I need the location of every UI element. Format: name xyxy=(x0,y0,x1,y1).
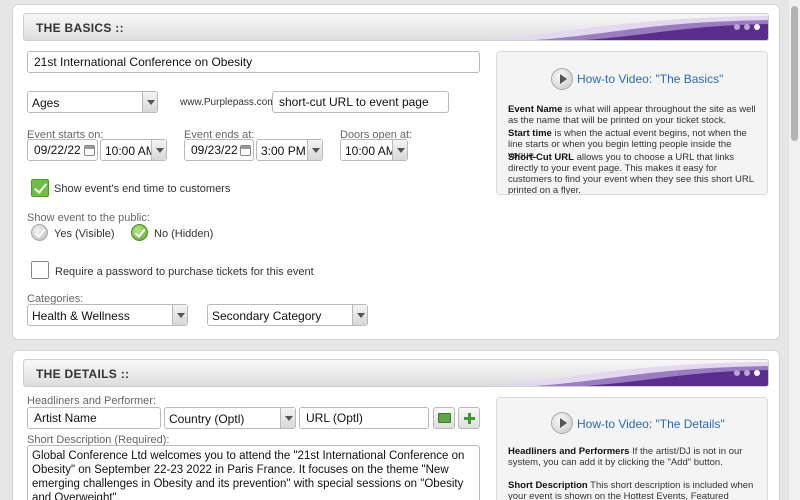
country-select[interactable]: Country (Optl) xyxy=(164,407,296,429)
secondary-category-select[interactable]: Secondary Category xyxy=(207,304,368,326)
basics-title: THE BASICS :: xyxy=(36,21,124,35)
header-swoosh xyxy=(484,362,768,386)
show-end-time-label: Show event's end time to customers xyxy=(54,183,231,195)
help-headliners: Headliners and Performers If the artist/… xyxy=(508,446,743,468)
end-time-value: 3:00 PM xyxy=(261,144,306,158)
start-date-value: 09/22/22 xyxy=(34,143,81,157)
public-yes-radio[interactable] xyxy=(31,224,48,241)
shortcut-url-input[interactable]: short-cut URL to event page xyxy=(272,91,449,113)
calendar-icon[interactable] xyxy=(240,145,251,156)
help-event-name: Event Name is what will appear throughou… xyxy=(508,104,756,126)
age-select-value: Ages xyxy=(32,96,60,110)
doors-time-select[interactable]: 10:00 AM xyxy=(340,139,408,161)
header-dots xyxy=(734,370,760,376)
help-short-description: Short Description This short description… xyxy=(508,480,754,500)
basics-video-link[interactable]: How-to Video: "The Basics" xyxy=(577,72,723,86)
public-no-label: No (Hidden) xyxy=(154,228,214,240)
add-artist-button[interactable] xyxy=(458,407,480,429)
primary-category-value: Health & Wellness xyxy=(32,309,130,323)
start-time-select[interactable]: 10:00 AM xyxy=(100,139,167,161)
details-title: THE DETAILS :: xyxy=(36,367,130,381)
public-yes-label: Yes (Visible) xyxy=(54,228,115,240)
artist-url-input[interactable]: URL (Optl) xyxy=(299,407,429,429)
age-select[interactable]: Ages xyxy=(27,91,158,113)
end-date-input[interactable]: 09/23/22 xyxy=(184,139,254,161)
start-time-value: 10:00 AM xyxy=(105,144,156,158)
header-swoosh xyxy=(484,16,768,40)
basics-panel: THE BASICS :: 21st International Confere… xyxy=(12,4,780,340)
event-name-input[interactable]: 21st International Conference on Obesity xyxy=(27,51,480,73)
page-scrollbar[interactable] xyxy=(789,0,800,500)
end-date-value: 09/23/22 xyxy=(191,143,238,157)
require-password-label: Require a password to purchase tickets f… xyxy=(55,266,314,278)
artist-name-input[interactable]: Artist Name xyxy=(27,407,161,429)
public-no-radio[interactable] xyxy=(131,224,148,241)
public-visibility-label: Show event to the public: xyxy=(27,212,150,224)
details-help-box: How-to Video: "The Details" Headliners a… xyxy=(496,397,768,500)
headliners-label: Headliners and Performer: xyxy=(27,395,157,407)
details-panel: THE DETAILS :: Headliners and Performer:… xyxy=(12,350,780,500)
end-time-select[interactable]: 3:00 PM xyxy=(256,139,323,161)
country-select-value: Country (Optl) xyxy=(169,412,245,426)
artist-lookup-button[interactable] xyxy=(433,407,455,429)
require-password-checkbox[interactable] xyxy=(31,261,49,279)
url-prefix: www.Purplepass.com/ xyxy=(180,97,279,108)
start-date-input[interactable]: 09/22/22 xyxy=(27,139,98,161)
short-description-textarea[interactable]: Global Conference Ltd welcomes you to at… xyxy=(27,445,480,500)
basics-help-box: How-to Video: "The Basics" Event Name is… xyxy=(496,51,768,195)
doors-time-value: 10:00 AM xyxy=(345,144,396,158)
basics-header: THE BASICS :: xyxy=(23,13,769,41)
secondary-category-value: Secondary Category xyxy=(212,309,322,323)
play-icon[interactable] xyxy=(551,412,573,434)
play-icon[interactable] xyxy=(551,68,573,90)
details-video-link[interactable]: How-to Video: "The Details" xyxy=(577,417,725,431)
show-end-time-checkbox[interactable] xyxy=(31,179,49,197)
scrollbar-thumb[interactable] xyxy=(791,6,798,141)
id-card-icon xyxy=(438,413,451,423)
header-dots xyxy=(734,24,760,30)
calendar-icon[interactable] xyxy=(84,145,95,156)
primary-category-select[interactable]: Health & Wellness xyxy=(27,304,188,326)
details-header: THE DETAILS :: xyxy=(23,359,769,387)
help-shortcut-url: Short-Cut URL allows you to choose a URL… xyxy=(508,152,754,195)
